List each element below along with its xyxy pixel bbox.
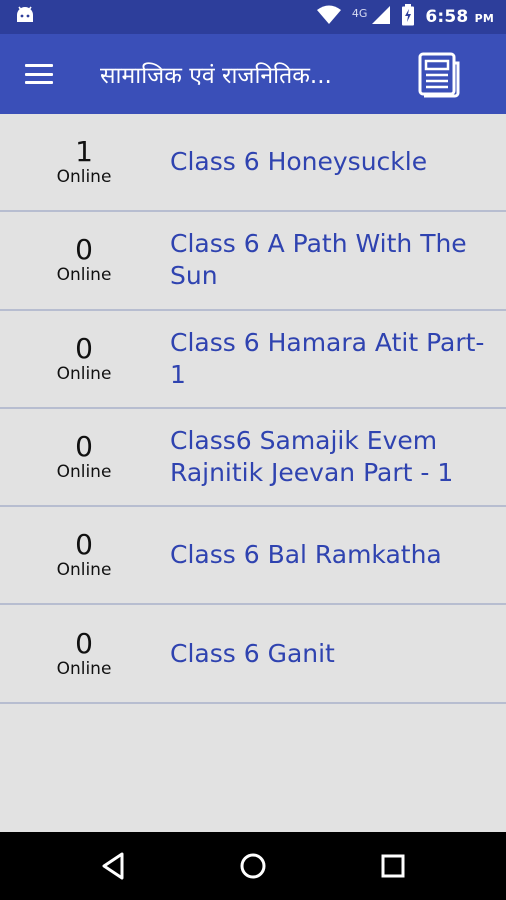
- class-list-item[interactable]: 0 Online Class 6 Ganit: [0, 605, 506, 704]
- class-name-link[interactable]: Class 6 Hamara Atit Part-1: [170, 311, 500, 407]
- hamburger-menu-icon[interactable]: [22, 58, 56, 90]
- online-count: 0: [75, 430, 93, 464]
- online-counter: 0 Online: [30, 605, 138, 701]
- clock-time: 6:58: [425, 7, 469, 27]
- wifi-icon: [316, 5, 342, 29]
- battery-charging-icon: [401, 4, 415, 30]
- home-icon[interactable]: [233, 846, 273, 886]
- online-count: 0: [75, 331, 93, 365]
- online-count: 1: [75, 135, 93, 169]
- class-name-link[interactable]: Class 6 Bal Ramkatha: [170, 507, 500, 603]
- online-label: Online: [56, 265, 112, 286]
- online-counter: 0 Online: [30, 212, 138, 308]
- class-list: 1 Online Class 6 Honeysuckle 0 Online Class 6…: [0, 114, 506, 704]
- online-counter: 0 Online: [30, 409, 138, 505]
- back-icon[interactable]: [94, 846, 134, 886]
- online-counter: 0 Online: [30, 507, 138, 603]
- page-title: सामाजिक एवं राजनितिक...: [100, 63, 332, 89]
- online-count: 0: [75, 233, 93, 267]
- class-list-item[interactable]: 0 Online Class 6 Bal Ramkatha: [0, 507, 506, 606]
- online-counter: 1 Online: [30, 114, 138, 210]
- class-list-item[interactable]: 0 Online Class 6 A Path With The Sun: [0, 212, 506, 311]
- app-bar: सामाजिक एवं राजनितिक...: [0, 34, 506, 114]
- online-counter: 0 Online: [30, 311, 138, 407]
- class-list-item[interactable]: 1 Online Class 6 Honeysuckle: [0, 114, 506, 213]
- class-list-item[interactable]: 0 Online Class 6 Hamara Atit Part-1: [0, 310, 506, 409]
- recents-icon[interactable]: [373, 846, 413, 886]
- class-name-link[interactable]: Class6 Samajik Evem Rajnitik Jeevan Part…: [170, 409, 500, 505]
- online-label: Online: [56, 658, 112, 679]
- class-name-link[interactable]: Class 6 Honeysuckle: [170, 114, 500, 210]
- android-icon: [14, 6, 36, 30]
- online-count: 0: [75, 626, 93, 660]
- network-type-label: 4G: [351, 6, 368, 20]
- clock-ampm: PM: [474, 12, 494, 25]
- clock: 6:58 PM: [425, 7, 494, 27]
- online-count: 0: [75, 528, 93, 562]
- signal-icon: [371, 5, 391, 29]
- online-label: Online: [56, 363, 112, 384]
- navigation-bar: [0, 832, 506, 900]
- newspaper-icon[interactable]: [416, 51, 462, 99]
- class-name-link[interactable]: Class 6 Ganit: [170, 605, 500, 701]
- online-label: Online: [56, 462, 112, 483]
- status-bar: 4G 6:58 PM: [0, 0, 506, 34]
- class-name-link[interactable]: Class 6 A Path With The Sun: [170, 212, 500, 308]
- online-label: Online: [56, 560, 112, 581]
- class-list-item[interactable]: 0 Online Class6 Samajik Evem Rajnitik Jeev…: [0, 408, 506, 508]
- online-label: Online: [56, 167, 112, 188]
